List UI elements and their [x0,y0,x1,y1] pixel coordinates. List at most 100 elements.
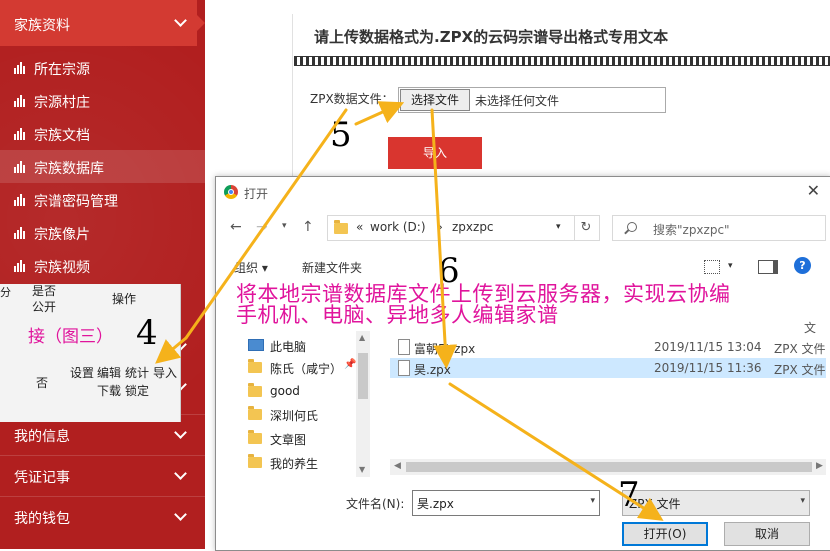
bar-chart-icon [14,62,28,74]
tree-item-label: 我的养生 [270,457,319,471]
chevron-down-icon[interactable]: ▾ [590,496,595,506]
scroll-right-icon[interactable]: ▶ [816,461,823,471]
bar-chart-icon [14,128,28,140]
column-header-fragment[interactable]: 文 [804,319,816,336]
chevron-down-icon[interactable]: ▾ [800,496,805,506]
organize-menu[interactable]: 组织 ▾ [234,259,268,276]
breadcrumb-drive[interactable]: work (D:) [370,220,426,234]
op-lock-link[interactable]: 锁定 [125,382,149,399]
file-status-text: 未选择任何文件 [475,94,560,108]
annotation-banner-line1: 将本地宗谱数据库文件上传到云服务器，实现云协编 [236,282,731,306]
file-list-scrollbar[interactable]: ◀ ▶ [390,459,826,475]
step-number-5: 5 [330,115,352,155]
up-arrow-icon[interactable]: ↑ [302,219,314,235]
sidebar-item-ancestral-origin[interactable]: 所在宗源 [0,51,205,84]
folder-icon [248,359,262,373]
recent-chevron-icon[interactable]: ▾ [282,221,287,231]
sidebar-section-label: 凭证记事 [14,470,70,486]
filename-label: 文件名(N): [346,497,405,511]
view-options-icon[interactable] [704,260,720,274]
file-name: 昊.zpx [414,363,451,377]
back-arrow-icon[interactable]: ← [230,219,242,235]
tree-item-label: 陈氏（咸宁） [270,362,343,376]
file-row[interactable]: 富朝5t.zpx 2019/11/15 13:04 ZPX 文件 [390,337,826,357]
file-icon [398,360,410,376]
filename-value: 昊.zpx [417,497,454,511]
refresh-icon[interactable]: ↻ [573,215,600,241]
view-dropdown-icon[interactable]: ▾ [728,261,733,271]
address-dropdown-icon[interactable]: ▾ [556,222,561,232]
tree-item-label: 深圳何氏 [270,409,319,423]
address-bar[interactable]: « work (D:) › zpxzpc ▾ [327,215,575,241]
op-download-link[interactable]: 下载 [97,382,121,399]
cell-public-value: 否 [36,376,49,390]
sidebar-item-photos[interactable]: 宗族像片 [0,216,205,249]
search-placeholder: 搜索"zpxzpc" [653,223,730,237]
dialog-toolbar: 组织 ▾ 新建文件夹 ▾ [216,255,830,279]
op-import-link[interactable]: 导入 [153,364,177,381]
new-folder-button[interactable]: 新建文件夹 [302,259,362,276]
close-icon[interactable]: ✕ [807,181,820,200]
sidebar-item-label: 宗族文档 [34,128,90,144]
scroll-down-icon[interactable]: ▼ [359,465,365,474]
annotation-banner: 将本地宗谱数据库文件上传到云服务器，实现云协编 手机机、电脑、异地多人编辑家谱 [236,284,731,326]
sidebar-item-videos[interactable]: 宗族视频 [0,249,205,282]
scroll-thumb[interactable] [406,462,812,472]
search-icon [627,222,637,232]
tree-item-label: 文章图 [270,433,307,447]
sidebar-section-vouchers[interactable]: 凭证记事 [0,455,205,496]
sidebar-section-label: 我的信息 [14,429,70,445]
bar-chart-icon [14,95,28,107]
sidebar: 家族资料 所在宗源 宗源村庄 宗族文档 宗族数据库 宗谱密码管理 宗族像片 宗族… [0,0,205,549]
upload-title: 请上传数据格式为.ZPX的云码宗谱导出格式专用文本 [314,28,669,46]
filename-input[interactable]: 昊.zpx ▾ [412,490,600,516]
annotation-banner-line2: 手机机、电脑、异地多人编辑家谱 [236,303,559,327]
filetype-select[interactable]: ZPX 文件 ▾ [622,490,810,516]
bar-chart-icon [14,260,28,272]
folder-icon [248,406,262,420]
decorative-divider [294,56,830,66]
sidebar-section-wallet[interactable]: 我的钱包 [0,496,205,537]
folder-icon [334,220,348,234]
sidebar-item-database[interactable]: 宗族数据库 [0,150,205,183]
col-header-operations: 操作 [112,292,137,306]
bar-chart-icon [14,194,28,206]
step-number-6: 6 [438,251,460,291]
import-button[interactable]: 导入 [388,137,482,169]
breadcrumb-folder[interactable]: zpxzpc [452,220,494,234]
step-number-4: 4 [136,313,158,353]
folder-icon [248,430,262,444]
sidebar-item-label: 宗源村庄 [34,95,90,111]
breadcrumb-separator: › [438,220,443,234]
chrome-icon [224,185,238,199]
file-row-selected[interactable]: 昊.zpx 2019/11/15 11:36 ZPX 文件 [390,358,826,378]
op-settings-link[interactable]: 设置 [70,364,94,381]
scroll-left-icon[interactable]: ◀ [394,461,401,471]
tree-item-label: 此电脑 [270,340,307,354]
sidebar-header-family-info[interactable]: 家族资料 [0,0,205,46]
sidebar-item-password[interactable]: 宗谱密码管理 [0,183,205,216]
chevron-down-icon [174,467,187,480]
pc-icon [248,339,264,351]
file-input[interactable]: 选择文件 未选择任何文件 [398,87,666,113]
file-name: 富朝5t.zpx [414,342,476,356]
sidebar-header-label: 家族资料 [14,18,70,34]
choose-file-button[interactable]: 选择文件 [400,89,470,111]
sidebar-item-label: 宗谱密码管理 [34,194,118,210]
sidebar-item-village[interactable]: 宗源村庄 [0,84,205,117]
scroll-thumb[interactable] [358,353,368,399]
scroll-up-icon[interactable]: ▲ [359,333,365,342]
sidebar-item-documents[interactable]: 宗族文档 [0,117,205,150]
search-input[interactable]: 搜索"zpxzpc" [612,215,826,241]
preview-pane-icon[interactable] [758,260,778,274]
open-button[interactable]: 打开(O) [622,522,708,546]
op-edit-link[interactable]: 编辑 [97,364,121,381]
tree-scrollbar[interactable]: ▲ ▼ [356,331,370,477]
sidebar-item-label: 宗族视频 [34,260,90,276]
cancel-button[interactable]: 取消 [724,522,810,546]
op-stats-link[interactable]: 统计 [125,364,149,381]
zpx-file-label: ZPX数据文件： [310,92,394,106]
forward-arrow-icon[interactable]: → [256,219,268,235]
sidebar-item-label: 宗族数据库 [34,161,104,177]
help-icon[interactable]: ? [794,257,811,274]
